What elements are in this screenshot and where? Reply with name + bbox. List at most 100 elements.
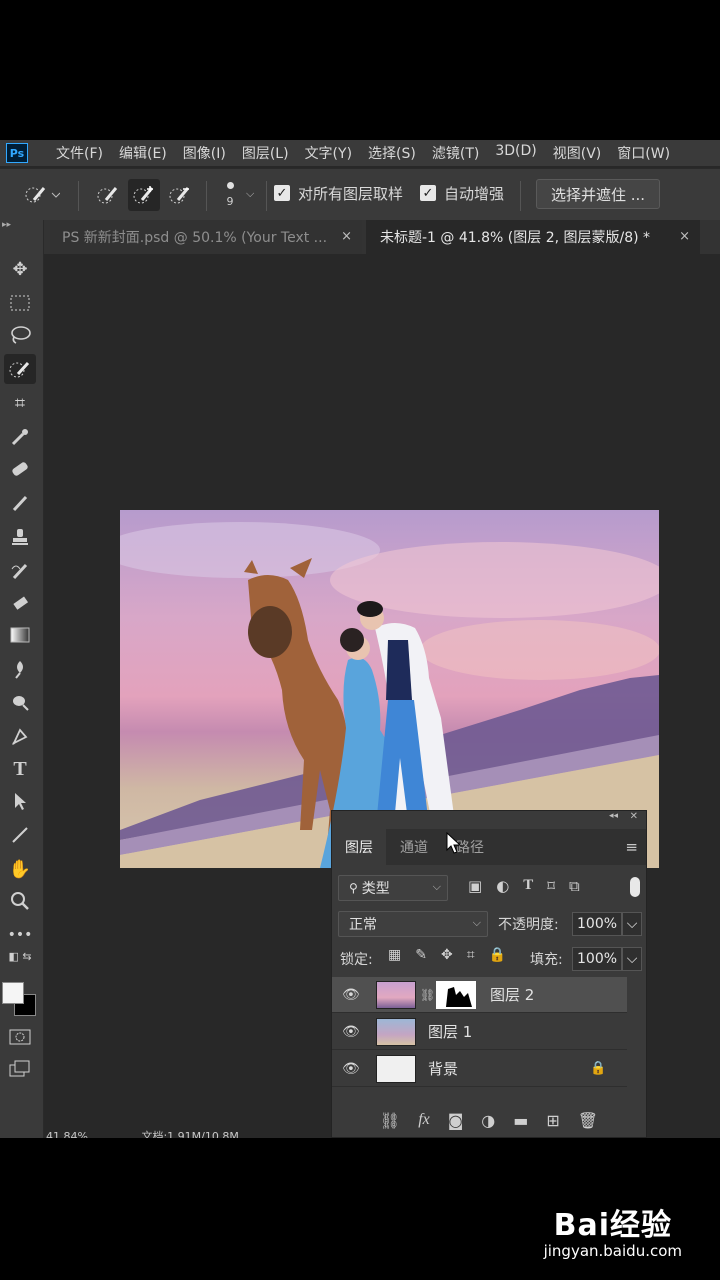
collapse-icon[interactable]: ▸▸ [2, 220, 11, 230]
visibility-eye-icon[interactable]: 👁 [342, 987, 360, 1003]
history-brush-tool-icon[interactable] [4, 556, 36, 586]
type-tool-icon[interactable]: T [4, 754, 36, 784]
blur-tool-icon[interactable] [4, 654, 36, 684]
sample-all-layers-checkbox[interactable]: ✓ [274, 185, 290, 201]
move-tool-icon[interactable]: ✥ [4, 254, 36, 284]
type-filter-icon[interactable]: T [523, 877, 533, 895]
add-mask-icon[interactable]: ◙ [448, 1111, 464, 1130]
link-chain-icon[interactable]: ⛓ [420, 988, 435, 1002]
foreground-color-swatch[interactable] [2, 982, 24, 1004]
collapse-panel-icon[interactable]: ◂◂ [609, 811, 618, 821]
pen-tool-icon[interactable] [4, 722, 36, 752]
filter-kind-label: 类型 [361, 881, 390, 897]
filter-kind-dropdown[interactable]: ⚲ 类型 ⌵ [338, 875, 448, 901]
gradient-tool-icon[interactable] [4, 620, 36, 650]
tool-preset-picker[interactable] [18, 179, 66, 211]
close-panel-icon[interactable]: ✕ [630, 811, 638, 822]
close-icon[interactable]: × [679, 229, 690, 244]
layer-thumbnail [376, 1017, 416, 1046]
menu-3d[interactable]: 3D(D) [487, 143, 544, 163]
menu-view[interactable]: 视图(V) [545, 143, 610, 163]
layers-panel: ◂◂ ✕ 图层 通道 路径 ≡ ⚲ 类型 ⌵ ▣ ◐ T ⌑ ⧉ 正常 ⌵ 不透… [331, 810, 647, 1138]
fx-icon[interactable]: fx [418, 1111, 430, 1129]
menu-filter[interactable]: 滤镜(T) [424, 143, 487, 163]
adjustment-filter-icon[interactable]: ◐ [496, 877, 509, 895]
smart-object-filter-icon[interactable]: ⧉ [569, 877, 580, 895]
hand-tool-icon[interactable]: ✋ [4, 854, 36, 884]
marquee-tool-icon[interactable] [4, 288, 36, 318]
healing-brush-tool-icon[interactable] [4, 454, 36, 484]
eraser-tool-icon[interactable] [4, 588, 36, 618]
layer-row-1[interactable]: 👁 图层 1 [332, 1014, 627, 1050]
menu-select[interactable]: 选择(S) [360, 143, 424, 163]
tab-ps-cover[interactable]: PS 新新封面.psd @ 50.1% (Your Text ... × [50, 220, 362, 254]
menu-window[interactable]: 窗口(W) [609, 143, 678, 163]
quick-selection-icon [25, 187, 60, 203]
lock-transparent-icon[interactable]: ▦ [388, 947, 401, 963]
brush-subtract-icon [169, 187, 190, 204]
link-layers-icon[interactable]: ⛓ [380, 1111, 400, 1130]
tab-untitled-1[interactable]: 未标题-1 @ 41.8% (图层 2, 图层蒙版/8) * × [366, 220, 700, 254]
chevron-down-icon[interactable]: ⌵ [622, 947, 642, 971]
zoom-tool-icon[interactable] [4, 886, 36, 916]
visibility-eye-icon[interactable]: 👁 [342, 1061, 360, 1077]
select-and-mask-button[interactable]: 选择并遮住 ... [536, 179, 660, 209]
filter-toggle[interactable] [630, 877, 640, 897]
opacity-input[interactable]: 100% [572, 912, 622, 936]
clone-stamp-tool-icon[interactable] [4, 522, 36, 552]
ps-logo: Ps [6, 143, 28, 163]
crop-tool-icon[interactable]: ⌗ [4, 388, 36, 418]
layer-row-2[interactable]: 👁 ⛓ 图层 2 [332, 977, 627, 1013]
adjustment-layer-icon[interactable]: ◑ [481, 1111, 495, 1130]
layer-mask-thumbnail[interactable] [436, 980, 476, 1009]
blend-mode-dropdown[interactable]: 正常 ⌵ [338, 911, 488, 937]
brush-tip-icon [226, 182, 234, 189]
lock-pixels-icon[interactable]: ✎ [415, 947, 427, 963]
pixel-filter-icon[interactable]: ▣ [468, 877, 482, 895]
chevron-down-icon[interactable]: ⌵ [246, 187, 254, 201]
subtract-from-selection-button[interactable] [164, 179, 196, 211]
eyedropper-tool-icon[interactable] [4, 422, 36, 452]
menu-edit[interactable]: 编辑(E) [111, 143, 175, 163]
menu-image[interactable]: 图像(I) [175, 143, 234, 163]
quick-mask-icon[interactable] [4, 1022, 36, 1052]
path-selection-tool-icon[interactable] [4, 786, 36, 816]
default-colors-icon[interactable]: ◧ ⇆ [4, 948, 36, 964]
close-icon[interactable]: × [341, 229, 352, 244]
visibility-eye-icon[interactable]: 👁 [342, 1024, 360, 1040]
auto-enhance-checkbox[interactable]: ✓ [420, 185, 436, 201]
lock-position-icon[interactable]: ✥ [441, 947, 453, 963]
line-tool-icon[interactable] [4, 820, 36, 850]
brush-size-picker[interactable]: 9 [218, 175, 242, 215]
brush-tool-icon[interactable] [4, 488, 36, 518]
tab-channels[interactable]: 通道 [386, 829, 442, 865]
menu-file[interactable]: 文件(F) [48, 143, 111, 163]
photoshop-window: Ps 文件(F) 编辑(E) 图像(I) 图层(L) 文字(Y) 选择(S) 滤… [0, 140, 720, 1138]
zoom-level[interactable]: 41.84% [46, 1130, 88, 1138]
lock-all-icon[interactable]: 🔒 [489, 947, 506, 963]
dodge-tool-icon[interactable] [4, 688, 36, 718]
lock-artboard-icon[interactable]: ⌗ [467, 947, 475, 963]
lasso-tool-icon[interactable] [4, 320, 36, 350]
new-layer-icon[interactable]: ⊞ [546, 1111, 559, 1130]
shape-filter-icon[interactable]: ⌑ [547, 877, 555, 895]
menu-bar: Ps 文件(F) 编辑(E) 图像(I) 图层(L) 文字(Y) 选择(S) 滤… [0, 140, 720, 166]
new-group-icon[interactable]: ▬ [513, 1111, 528, 1130]
add-to-selection-button[interactable] [128, 179, 160, 211]
chevron-down-icon[interactable]: ⌵ [622, 912, 642, 936]
fill-input[interactable]: 100% [572, 947, 622, 971]
chevron-down-icon: ⌵ [432, 880, 441, 893]
delete-layer-icon[interactable]: 🗑 [578, 1111, 598, 1130]
tab-layers[interactable]: 图层 [332, 829, 386, 865]
quick-selection-tool-icon[interactable] [4, 354, 36, 384]
more-tools-icon[interactable]: ••• [4, 920, 36, 950]
sample-all-layers-label: 对所有图层取样 [298, 185, 404, 203]
menu-type[interactable]: 文字(Y) [297, 143, 360, 163]
brush-size-value: 9 [226, 195, 234, 208]
layer-row-background[interactable]: 👁 背景 🔒 [332, 1051, 627, 1087]
screen-mode-icon[interactable] [4, 1054, 36, 1084]
new-selection-button[interactable] [92, 179, 124, 211]
menu-layer[interactable]: 图层(L) [234, 143, 297, 163]
panel-menu-icon[interactable]: ≡ [625, 838, 638, 856]
lock-label: 锁定: [340, 952, 373, 968]
